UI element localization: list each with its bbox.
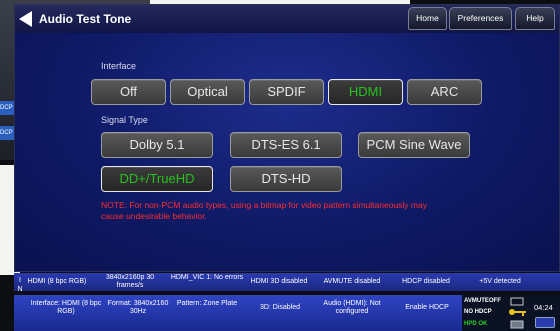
signal-dts-es-button[interactable]: DTS-ES 6.1: [230, 132, 342, 158]
status-bar-top: HDMI (8 bpc RGB) 3840x2160p 30 frames/s …: [14, 273, 560, 291]
status-hdcp: HDCP disabled: [402, 278, 450, 285]
tab-help[interactable]: Help: [515, 7, 555, 30]
status-resolution: 3840x2160p 30 frames/s: [105, 274, 155, 289]
status-5v: +5V detected: [479, 278, 521, 285]
status-avmute: AVMUTE disabled: [323, 278, 381, 285]
interface-off-button[interactable]: Off: [91, 79, 166, 105]
status-format: HDMI (8 bpc RGB): [27, 278, 87, 285]
interface-optical-button[interactable]: Optical: [170, 79, 245, 105]
signal-ddplus-truehd-button[interactable]: DD+/TrueHD: [101, 166, 213, 192]
status-3d-setting[interactable]: 3D: Disabled: [242, 304, 318, 312]
status-interface[interactable]: Interface: HDMI (8 bpc RGB): [26, 300, 106, 316]
interface-hdmi-button[interactable]: HDMI: [328, 79, 403, 105]
hpd-indicator: HPD OK: [464, 321, 488, 327]
avmute-indicator: AVMUTEOFF: [464, 298, 501, 304]
status-audio[interactable]: Audio (HDMI): Not configured: [314, 300, 390, 316]
status-bar-bottom: Interface: HDMI (8 bpc RGB) Format: 3840…: [14, 295, 462, 331]
menu-button[interactable]: [535, 317, 555, 328]
clock-panel: 04:24: [530, 295, 560, 331]
signal-pcm-sine-button[interactable]: PCM Sine Wave: [358, 132, 470, 158]
audio-test-tone-window: Audio Test Tone Home Preferences Help In…: [14, 4, 560, 272]
title-bar: Audio Test Tone Home Preferences Help: [15, 5, 559, 33]
side-letter: N: [17, 286, 23, 293]
window-title: Audio Test Tone: [39, 12, 132, 26]
hdcp-indicator: NO HDCP: [464, 309, 492, 315]
status-vic: HDMI_VIC 1: No errors: [170, 274, 244, 281]
clock-time: 04:24: [534, 303, 553, 312]
enable-hdcp-button[interactable]: Enable HDCP: [394, 304, 460, 312]
monitor-icon: [510, 297, 524, 306]
status-3d: HDMI 3D disabled: [250, 278, 308, 285]
key-icon: [509, 309, 526, 316]
signal-type-label: Signal Type: [101, 115, 148, 125]
signal-dts-hd-button[interactable]: DTS-HD: [230, 166, 342, 192]
interface-arc-button[interactable]: ARC: [407, 79, 482, 105]
interface-label: Interface: [101, 61, 137, 71]
indicator-panel: AVMUTEOFF NO HDCP HPD OK: [462, 295, 530, 331]
signal-dolby-button[interactable]: Dolby 5.1: [101, 132, 213, 158]
status-format-setting[interactable]: Format: 3840x2160 30Hz: [100, 300, 176, 316]
tab-home[interactable]: Home: [408, 7, 447, 30]
side-letter: I: [19, 277, 21, 284]
warning-note: NOTE: For non-PCM audio types, using a b…: [101, 200, 427, 221]
cable-icon: [510, 320, 524, 329]
status-pattern[interactable]: Pattern: Zone Plate: [174, 300, 240, 308]
tab-preferences[interactable]: Preferences: [449, 7, 512, 30]
interface-spdif-button[interactable]: SPDIF: [249, 79, 324, 105]
back-arrow-icon[interactable]: [19, 11, 32, 27]
